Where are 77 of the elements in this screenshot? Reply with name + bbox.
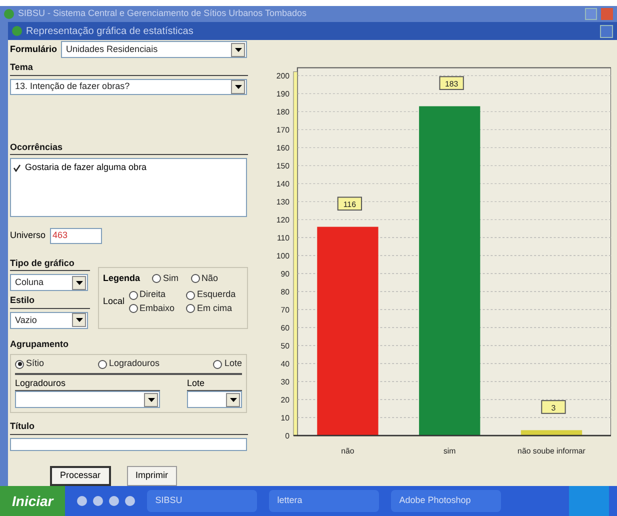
radio-button[interactable] — [98, 360, 107, 369]
y-axis-tick-label: 80 — [280, 288, 290, 297]
quick-launch-icon[interactable] — [125, 496, 136, 506]
y-axis-tick-label: 110 — [276, 234, 290, 243]
dialog-button[interactable]: Processar — [50, 466, 111, 486]
value-label: 183 — [439, 76, 464, 90]
data-label: 3 — [551, 403, 556, 412]
data-label: 116 — [343, 200, 357, 210]
y-axis-tick-label: 160 — [276, 144, 290, 153]
y-axis-tick-label: 60 — [280, 324, 290, 333]
restore-button[interactable] — [600, 24, 613, 38]
radio-label: Logradouros — [108, 357, 160, 370]
dialog-button[interactable]: Imprimir — [126, 466, 178, 486]
value-label: 3 — [541, 400, 566, 414]
quick-launch-icon[interactable] — [93, 496, 104, 506]
field-label: Agrupamento — [10, 338, 68, 351]
quick-launch-icon[interactable] — [77, 496, 88, 506]
y-axis-tick-label: 70 — [280, 306, 290, 315]
y-axis-tick-label: 180 — [276, 108, 290, 117]
y-axis-tick-label: 0 — [285, 432, 290, 441]
radio-button[interactable] — [186, 304, 196, 314]
quick-launch-icon[interactable] — [109, 496, 120, 506]
radio-button[interactable] — [152, 274, 162, 284]
radio-button[interactable] — [15, 360, 24, 369]
value-label: 116 — [337, 196, 362, 211]
radio-label: Direita — [140, 288, 166, 302]
dialog-title: Representação gráfica de estatísticas — [26, 24, 194, 38]
list-item[interactable]: Gostaria de fazer alguma obra — [25, 161, 147, 174]
group-label: Local — [103, 295, 125, 308]
y-axis-tick-label: 10 — [280, 414, 290, 423]
system-tray — [569, 486, 609, 516]
field-label: Tema — [10, 61, 33, 74]
chart-type-dropdown[interactable]: Coluna — [10, 274, 88, 292]
universe-field[interactable]: 463 — [50, 228, 102, 244]
y-axis-tick-label: 140 — [276, 180, 290, 189]
radio-button[interactable] — [128, 290, 138, 300]
radio-button[interactable] — [213, 360, 222, 369]
y-axis-tick-label: 50 — [280, 342, 290, 351]
style-dropdown[interactable]: Vazio — [10, 312, 88, 329]
radio-label: Sim — [163, 272, 179, 285]
x-axis-label: não — [341, 446, 354, 456]
field-label: Título — [10, 420, 34, 434]
checkbox[interactable] — [13, 164, 21, 172]
y-axis-tick-label: 190 — [276, 90, 290, 99]
y-axis-tick-label: 90 — [280, 270, 290, 279]
window-title: SIBSU - Sistema Central e Gerenciamento de Sítios Urbanos Tombados — [18, 7, 306, 20]
y-axis-tick-label: 150 — [276, 162, 290, 171]
radio-label: Sítio — [26, 357, 44, 370]
data-label: 183 — [445, 80, 459, 89]
y-axis-tick-label: 120 — [276, 216, 290, 225]
field-label: Estilo — [10, 294, 35, 308]
radio-button[interactable] — [190, 274, 200, 284]
y-axis-tick-label: 130 — [276, 198, 290, 207]
theme-dropdown[interactable]: 13. Intenção de fazer obras? — [10, 78, 247, 94]
y-axis-tick-label: 200 — [276, 72, 290, 81]
x-axis-label: não soube informar — [518, 446, 586, 456]
radio-button[interactable] — [186, 290, 196, 300]
radio-label: Esquerda — [197, 288, 236, 302]
radio-button[interactable] — [128, 304, 138, 314]
field-label: Universo — [10, 229, 46, 242]
radio-label: Não — [202, 272, 218, 285]
field-label: Formulário — [10, 42, 58, 56]
radio-label: Embaixo — [140, 302, 175, 315]
title-field[interactable] — [10, 438, 247, 451]
y-axis-tick-label: 40 — [280, 360, 290, 369]
y-axis-tick-label: 20 — [280, 396, 290, 405]
y-axis-tick-label: 100 — [276, 252, 290, 261]
x-axis-label: sim — [443, 446, 456, 456]
y-axis-tick-label: 170 — [276, 126, 290, 135]
group-label: Legenda — [103, 272, 140, 285]
start-button[interactable]: Iniciar — [0, 486, 66, 516]
y-axis-tick-label: 30 — [280, 378, 290, 387]
field-label: Ocorrências — [10, 140, 63, 154]
radio-label: Em cima — [197, 302, 232, 315]
radio-label: Lote — [224, 357, 242, 370]
field-label: Tipo de gráfico — [10, 256, 74, 270]
form-dropdown[interactable]: Unidades Residenciais — [61, 41, 247, 58]
